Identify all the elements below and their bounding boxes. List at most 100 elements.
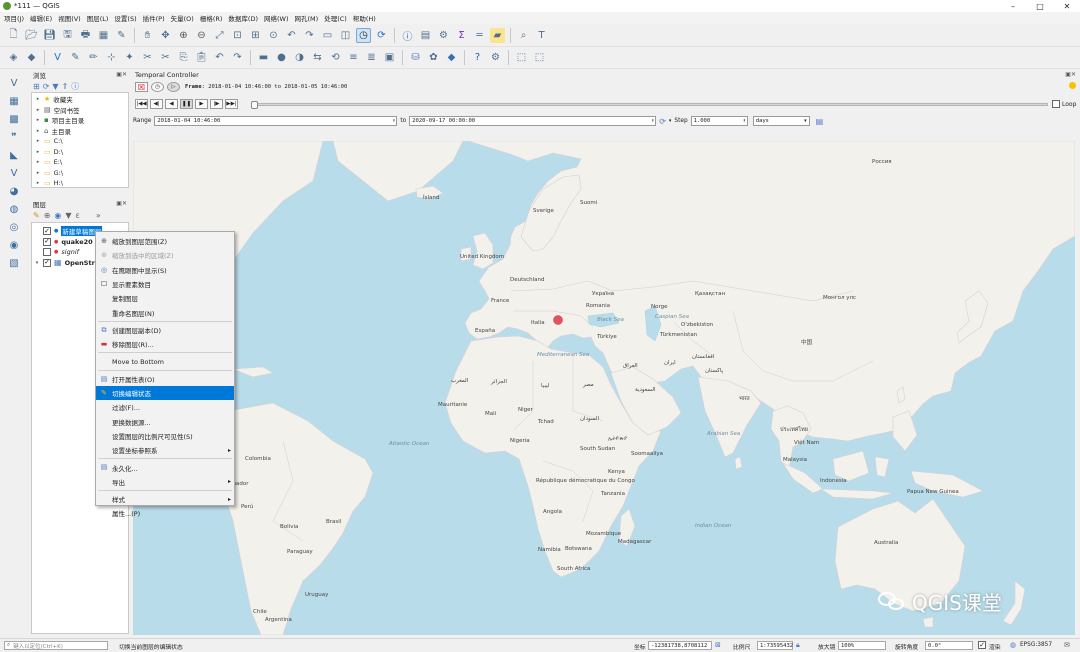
zoom-to-layer-icon[interactable]: ⊞ — [248, 28, 263, 43]
magnifier-field[interactable]: 100% — [838, 641, 886, 650]
context-menu-item[interactable]: ⧉ 创建图层副本(D) — [96, 323, 234, 337]
layer-visibility-checkbox[interactable]: ✓ — [43, 227, 51, 236]
context-menu-item[interactable]: ✎ 切换编辑状态 — [96, 385, 234, 401]
edit-icon[interactable]: ✎ — [68, 50, 83, 65]
pause-icon[interactable]: ❚❚ — [180, 99, 193, 109]
field-calculator-icon[interactable]: ⚙︎ — [436, 28, 451, 43]
context-menu-item[interactable]: 复制图层 — [96, 291, 234, 305]
browser-item[interactable]: ▸ ▭ E:\ — [35, 157, 128, 168]
spin-icon[interactable]: ⬍ — [651, 118, 654, 124]
delete-icon[interactable]: ✂︎ — [140, 50, 155, 65]
menu-item-5[interactable]: 插件(P) — [143, 13, 165, 23]
context-menu-item[interactable]: 样式 ▸ — [96, 492, 234, 506]
scale-field[interactable]: 1:73595432 — [757, 641, 793, 650]
step-back-icon[interactable]: ◀| — [150, 99, 163, 109]
add-wfs-icon[interactable]: ◎ — [6, 220, 23, 235]
rotation-field[interactable]: 0.0° — [925, 641, 973, 650]
range-end-field[interactable]: 2020-09-17 00:00:00 ⬍ — [409, 116, 657, 126]
vertex-tool-icon[interactable]: ✦ — [122, 50, 137, 65]
loop-toggle[interactable]: Loop — [1052, 100, 1076, 108]
text-annotation-icon[interactable]: T — [534, 28, 549, 43]
quake-point[interactable] — [553, 315, 563, 325]
panel-controls-icon[interactable]: ▣✕ — [116, 200, 127, 207]
undo-icon[interactable]: ↶ — [212, 50, 227, 65]
label-move-icon[interactable]: ⇆ — [310, 50, 325, 65]
db-manager-icon[interactable]: ⛁ — [408, 50, 423, 65]
crs-globe-icon[interactable]: ◍ — [1010, 641, 1016, 649]
timeline-slider[interactable] — [251, 101, 1048, 109]
new-geopackage-icon[interactable]: ◆ — [24, 50, 39, 65]
expand-arrow-icon[interactable]: ▸ — [35, 170, 41, 176]
add-wms-icon[interactable]: ◍ — [6, 202, 23, 217]
label-show-icon[interactable]: ≣ — [364, 50, 379, 65]
context-menu-item[interactable]: ▬ 移除图层(R)... — [96, 337, 234, 351]
pin-label-icon[interactable]: ● — [274, 50, 289, 65]
pan-icon[interactable]: ✋︎ — [140, 28, 155, 43]
context-menu-item[interactable]: ▤ 永久化... — [96, 460, 234, 474]
panel-controls-icon[interactable]: ▣✕ — [1065, 71, 1076, 78]
locator-search-input[interactable]: ⌕ 键入以定位(Ctrl+K) — [4, 641, 108, 650]
dropdown-arrow-icon[interactable]: ▾ — [669, 118, 672, 124]
browser-item[interactable]: ▸ ⌂ 主目录 — [35, 126, 128, 137]
browser-item[interactable]: ▸ ▭ C:\ — [35, 136, 128, 147]
attribute-table-icon[interactable]: ▤ — [418, 28, 433, 43]
rewind-to-start-icon[interactable]: |◀◀ — [135, 99, 148, 109]
context-menu-item[interactable]: ⊕ 缩放到图层范围(Z) — [96, 234, 234, 248]
add-group-icon[interactable]: ⊕ — [44, 211, 51, 220]
add-xyz-icon[interactable]: ▧ — [6, 256, 23, 271]
new-project-icon[interactable]: 🗋 — [6, 28, 21, 43]
new-map-view-icon[interactable]: ▭ — [320, 28, 335, 43]
filter-expression-icon[interactable]: ε — [76, 211, 80, 220]
add-postgis-icon[interactable]: ◕ — [6, 184, 23, 199]
identify-icon[interactable]: ⓘ — [400, 28, 415, 43]
range-start-field[interactable]: 2018-01-04 10:46:00 ⬍ — [154, 116, 398, 126]
browser-item[interactable]: ▸ ▪ 项目主目录 — [35, 115, 128, 126]
filter-legend-icon[interactable]: ▼ — [65, 211, 71, 220]
add-vector-icon[interactable]: V — [6, 76, 23, 91]
label-icon[interactable]: ▬ — [256, 50, 271, 65]
save-as-icon[interactable]: 🖫 — [60, 28, 75, 43]
browser-item[interactable]: ▸ ▭ H:\ — [35, 178, 128, 187]
menu-item-11[interactable]: 处理(C) — [324, 13, 347, 23]
menu-item-6[interactable]: 矢量(O) — [171, 13, 194, 23]
select-icon[interactable]: ⌕ — [516, 28, 531, 43]
expand-arrow-icon[interactable]: ▸ — [35, 107, 41, 113]
copy-icon[interactable]: ⎘ — [176, 50, 191, 65]
context-menu-item[interactable]: ▤ 打开属性表(O) — [96, 372, 234, 386]
step-forward-icon[interactable]: |▶ — [210, 99, 223, 109]
collapse-icon[interactable]: ⇑ — [62, 82, 69, 91]
timeline-handle[interactable] — [251, 101, 258, 109]
browser-item[interactable]: ▸ ▭ G:\ — [35, 168, 128, 179]
add-feature-icon[interactable]: ⊹ — [104, 50, 119, 65]
animated-icon[interactable]: ▷ — [167, 82, 180, 92]
context-menu-item[interactable]: 更换数据源... — [96, 415, 234, 429]
spin-icon[interactable]: ⬍ — [392, 118, 395, 124]
crs-label[interactable]: EPSG:3857 — [1020, 642, 1052, 648]
cut-icon[interactable]: ✂︎ — [158, 50, 173, 65]
print-layout-icon[interactable]: 🖶 — [78, 28, 93, 43]
disable-temporal-icon[interactable]: ☒ — [135, 82, 148, 92]
skip-to-end-icon[interactable]: ▶▶| — [225, 99, 238, 109]
fixed-range-icon[interactable]: ◷ — [151, 82, 164, 92]
menu-item-12[interactable]: 帮助(H) — [353, 13, 376, 23]
menu-item-3[interactable]: 图层(L) — [87, 13, 109, 23]
layout-manager-icon[interactable]: ▦ — [96, 28, 111, 43]
map-tips-icon[interactable]: ▰ — [490, 28, 505, 43]
maximize-button[interactable]: □ — [1027, 0, 1053, 12]
zoom-native-icon[interactable]: ⊙ — [266, 28, 281, 43]
toggle-extents-icon[interactable]: ⊠ — [715, 641, 721, 649]
context-menu-item[interactable]: 过滤(F)... — [96, 400, 234, 414]
highlight-label-icon[interactable]: ◑ — [292, 50, 307, 65]
style-icon[interactable]: ✎ — [33, 211, 40, 220]
spin-icon[interactable]: ⬍ — [743, 118, 746, 124]
label-change-icon[interactable]: ≡ — [346, 50, 361, 65]
add-delimited-text-icon[interactable]: ❞ — [6, 130, 23, 145]
expand-arrow-icon[interactable]: ▸ — [35, 128, 41, 134]
menu-item-0[interactable]: 项目(J) — [4, 13, 24, 23]
style-manager-icon[interactable]: ✎ — [114, 28, 129, 43]
zoom-in-icon[interactable]: ⊕ — [176, 28, 191, 43]
context-menu-item[interactable]: 重命名图层(N) — [96, 305, 234, 319]
render-checkbox[interactable]: ✓ — [978, 641, 986, 649]
expand-arrow-icon[interactable]: ▸ — [35, 180, 41, 186]
context-menu-item[interactable]: ☐ 显示要素数目 — [96, 277, 234, 291]
